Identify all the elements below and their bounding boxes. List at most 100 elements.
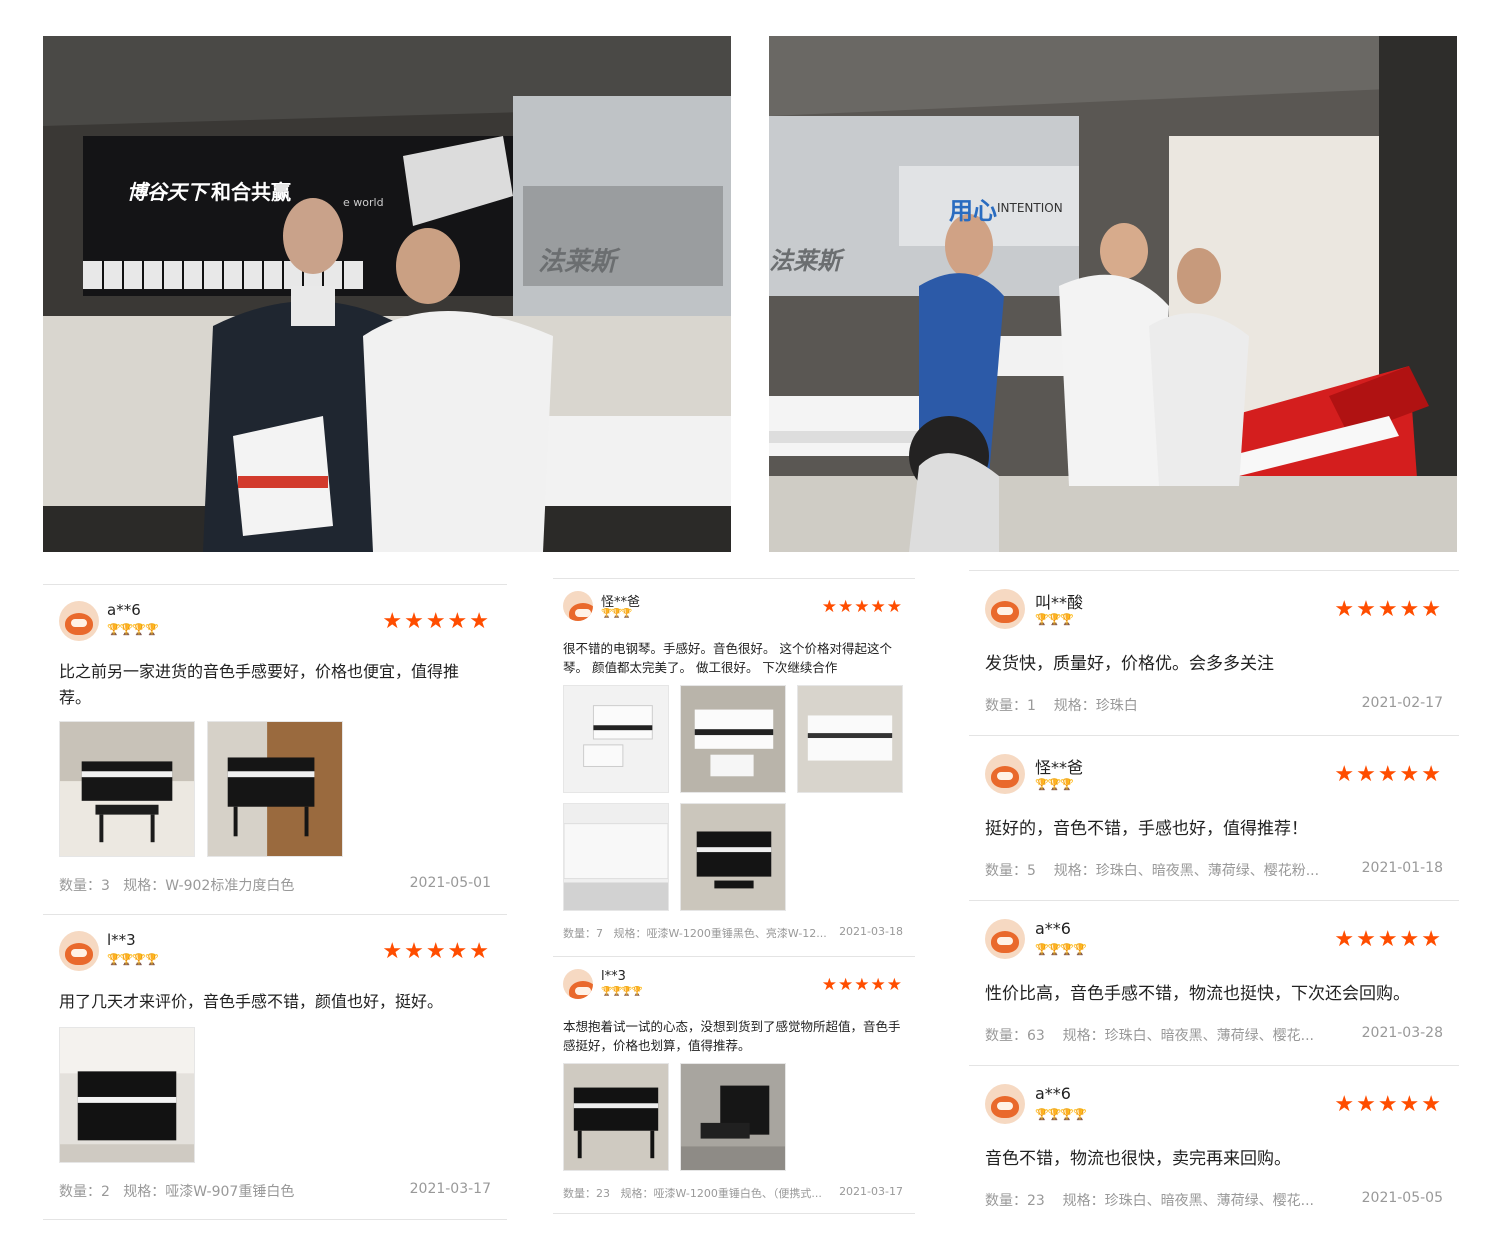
banner-subtitle: INTENTION <box>997 201 1063 215</box>
username: l**3 <box>601 969 626 984</box>
review-card: a**6 🏆🏆🏆🏆 ★★★★★ 音色不错，物流也很快，卖完再来回购。 数量：23… <box>969 1065 1459 1230</box>
user-avatar <box>563 969 593 999</box>
review-meta: 数量：3 规格：W-902标准力度白色 2021-05-01 <box>59 875 491 895</box>
review-meta: 数量：23 规格：珍珠白、暗夜黑、薄荷绿、樱花... 2021-05-05 <box>985 1190 1443 1210</box>
username: a**6 <box>1035 919 1071 938</box>
username: 怪**爸 <box>1035 758 1084 777</box>
review-text: 很不错的电钢琴。手感好。音色很好。 这个价格对得起这个琴。 颜值都太完美了。 做… <box>563 641 892 676</box>
review-photo[interactable] <box>680 803 786 911</box>
review-meta: 数量：2 规格：哑漆W-907重锤白色 2021-03-17 <box>59 1181 491 1201</box>
review-text: 本想抱着试一试的心态，没想到货到了感觉物所超值，音色手感挺好，价格也划算，值得推… <box>563 1019 901 1054</box>
quantity-label: 数量：3 <box>59 878 110 894</box>
review-card: a**6 🏆🏆🏆🏆 ★★★★★ 比之前另一家进货的音色手感要好，价格也便宜，值得… <box>43 584 507 914</box>
review-text: 比之前另一家进货的音色手感要好，价格也便宜，值得推荐。 <box>59 662 460 707</box>
review-card: 怪**爸 🏆🏆🏆 ★★★★★ 挺好的，音色不错，手感也好，值得推荐！ 数量：5 … <box>969 735 1459 900</box>
quantity-label: 数量：23 <box>563 1187 610 1200</box>
user-level-badge: 🏆🏆🏆🏆 <box>1035 943 1087 956</box>
review-text: 挺好的，音色不错，手感也好，值得推荐！ <box>985 819 1308 839</box>
review-meta: 数量：63 规格：珍珠白、暗夜黑、薄荷绿、樱花... 2021-03-28 <box>985 1025 1443 1045</box>
rating-stars: ★★★★★ <box>1334 1092 1443 1117</box>
spec-label: 规格：珍珠白、暗夜黑、薄荷绿、樱花... <box>1062 1193 1314 1209</box>
user-avatar <box>985 1084 1025 1124</box>
username: a**6 <box>1035 1084 1071 1103</box>
spec-label: 规格：珍珠白、暗夜黑、薄荷绿、樱花... <box>1062 1028 1314 1044</box>
review-meta: 数量：1 规格：珍珠白 2021-02-17 <box>985 695 1443 715</box>
review-date: 2021-03-17 <box>409 1181 491 1197</box>
review-column-1: a**6 🏆🏆🏆🏆 ★★★★★ 比之前另一家进货的音色手感要好，价格也便宜，值得… <box>43 584 507 1224</box>
spec-label: 规格：哑漆W-1200重锤黑色、亮漆W-12... <box>613 927 827 940</box>
review-photo[interactable] <box>563 685 669 793</box>
review-date: 2021-03-28 <box>1361 1025 1443 1041</box>
review-text: 用了几天才来评价，音色手感不错，颜值也好，挺好。 <box>59 992 444 1011</box>
exhibition-photo-right: 用心 INTENTION 法莱斯 <box>769 36 1457 552</box>
rating-stars: ★★★★★ <box>1334 762 1443 787</box>
brand-logo-text: 法莱斯 <box>538 247 617 277</box>
review-text: 音色不错，物流也很快，卖完再来回购。 <box>985 1149 1291 1169</box>
review-date: 2021-03-18 <box>839 925 903 938</box>
review-card: l**3 🏆🏆🏆🏆 ★★★★★ 用了几天才来评价，音色手感不错，颜值也好，挺好。… <box>43 914 507 1220</box>
user-level-badge: 🏆🏆🏆🏆 <box>601 987 643 997</box>
review-card: 叫**酸 🏆🏆🏆 ★★★★★ 发货快，质量好，价格优。会多多关注 数量：1 规格… <box>969 570 1459 735</box>
review-meta: 数量：7 规格：哑漆W-1200重锤黑色、亮漆W-12... 2021-03-1… <box>563 925 903 941</box>
review-date: 2021-03-17 <box>839 1185 903 1198</box>
user-level-badge: 🏆🏆🏆🏆 <box>107 953 159 966</box>
username: a**6 <box>107 601 141 619</box>
review-photo[interactable] <box>797 685 903 793</box>
user-level-badge: 🏆🏆🏆🏆 <box>107 623 159 636</box>
rating-stars: ★★★★★ <box>821 597 903 617</box>
spec-label: 规格：哑漆W-907重锤白色 <box>123 1184 295 1200</box>
quantity-label: 数量：7 <box>563 927 603 940</box>
rating-stars: ★★★★★ <box>382 609 491 634</box>
review-text: 性价比高，音色手感不错，物流也挺快，下次还会回购。 <box>985 984 1410 1004</box>
username: l**3 <box>107 931 136 949</box>
user-avatar <box>59 601 99 641</box>
rating-stars: ★★★★★ <box>1334 927 1443 952</box>
review-photo[interactable] <box>207 721 343 857</box>
banner-slogan-2: 和合共赢 <box>211 180 291 204</box>
spec-label: 规格：哑漆W-1200重锤白色、（便携式... <box>620 1187 822 1200</box>
spec-label: 规格：珍珠白、暗夜黑、薄荷绿、樱花粉... <box>1053 863 1320 879</box>
review-meta: 数量：5 规格：珍珠白、暗夜黑、薄荷绿、樱花粉... 2021-01-18 <box>985 860 1443 880</box>
review-photo[interactable] <box>59 1027 195 1163</box>
username: 怪**爸 <box>601 595 641 610</box>
review-date: 2021-02-17 <box>1361 695 1443 711</box>
banner-subtitle: e world <box>343 196 384 209</box>
quantity-label: 数量：1 <box>985 698 1036 714</box>
review-photo[interactable] <box>680 1063 786 1171</box>
quantity-label: 数量：63 <box>985 1028 1045 1044</box>
spec-label: 规格：W-902标准力度白色 <box>123 878 295 894</box>
username: 叫**酸 <box>1035 593 1084 612</box>
spec-label: 规格：珍珠白 <box>1053 698 1138 714</box>
quantity-label: 数量：23 <box>985 1193 1045 1209</box>
banner-slogan: 博谷天下 <box>127 180 207 204</box>
quantity-label: 数量：5 <box>985 863 1036 879</box>
user-avatar <box>985 919 1025 959</box>
user-avatar <box>59 931 99 971</box>
review-column-2: 怪**爸 🏆🏆🏆 ★★★★★ 很不错的电钢琴。手感好。音色很好。 这个价格对得起… <box>553 578 915 1218</box>
review-date: 2021-05-01 <box>409 875 491 891</box>
user-level-badge: 🏆🏆🏆 <box>1035 613 1074 626</box>
quantity-label: 数量：2 <box>59 1184 110 1200</box>
exhibition-photo-left: 博谷天下 和合共赢 e world 法莱斯 <box>43 36 731 552</box>
rating-stars: ★★★★★ <box>821 975 903 995</box>
review-photo[interactable] <box>563 803 669 911</box>
rating-stars: ★★★★★ <box>1334 597 1443 622</box>
review-photo[interactable] <box>680 685 786 793</box>
review-card: a**6 🏆🏆🏆🏆 ★★★★★ 性价比高，音色手感不错，物流也挺快，下次还会回购… <box>969 900 1459 1065</box>
review-date: 2021-05-05 <box>1361 1190 1443 1206</box>
review-photo[interactable] <box>563 1063 669 1171</box>
user-level-badge: 🏆🏆🏆 <box>601 609 633 619</box>
review-date: 2021-01-18 <box>1361 860 1443 876</box>
user-avatar <box>563 591 593 621</box>
brand-logo-text: 法莱斯 <box>769 247 841 275</box>
user-level-badge: 🏆🏆🏆🏆 <box>1035 1108 1087 1121</box>
review-text: 发货快，质量好，价格优。会多多关注 <box>985 654 1274 674</box>
rating-stars: ★★★★★ <box>382 939 491 964</box>
review-photo[interactable] <box>59 721 195 857</box>
banner-slogan: 用心 <box>949 197 997 225</box>
review-column-3: 叫**酸 🏆🏆🏆 ★★★★★ 发货快，质量好，价格优。会多多关注 数量：1 规格… <box>969 570 1459 1240</box>
review-meta: 数量：23 规格：哑漆W-1200重锤白色、（便携式... 2021-03-17 <box>563 1185 903 1201</box>
review-card: 怪**爸 🏆🏆🏆 ★★★★★ 很不错的电钢琴。手感好。音色很好。 这个价格对得起… <box>553 578 915 954</box>
user-level-badge: 🏆🏆🏆 <box>1035 778 1074 791</box>
user-avatar <box>985 754 1025 794</box>
